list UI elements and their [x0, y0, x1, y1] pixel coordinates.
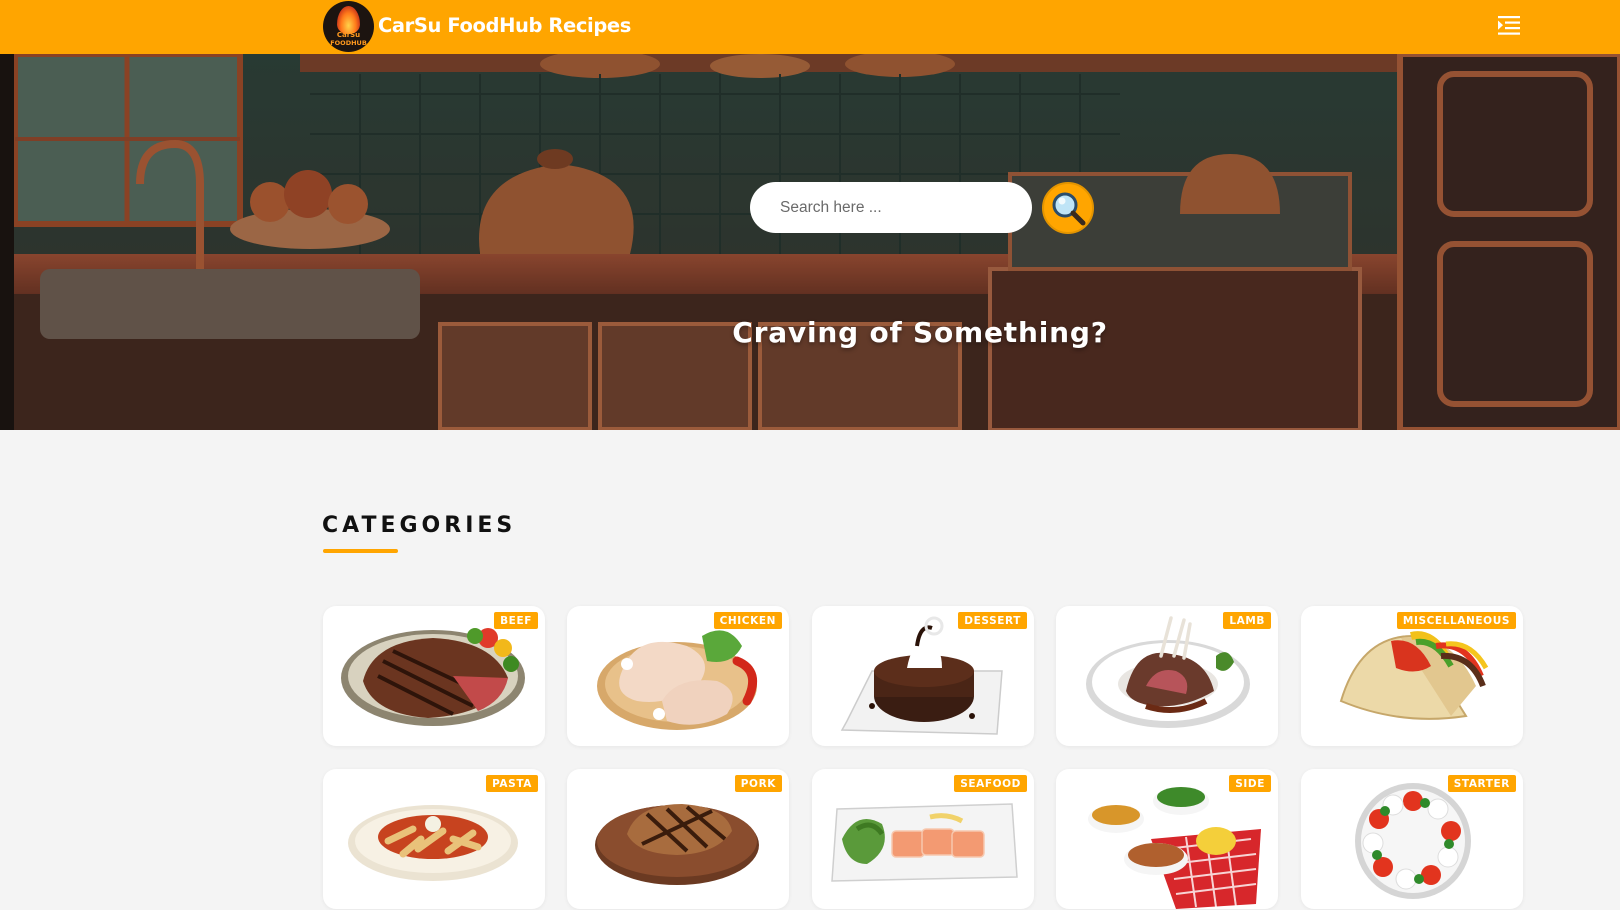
category-label: LAMB	[1223, 612, 1271, 629]
category-card-starter[interactable]: STARTER	[1301, 769, 1523, 909]
hero-heading: Craving of Something?	[732, 316, 1108, 349]
category-label: DESSERT	[958, 612, 1027, 629]
flame-icon	[337, 6, 360, 34]
category-label: SIDE	[1229, 775, 1271, 792]
category-label: BEEF	[494, 612, 538, 629]
hero-overlay	[0, 54, 1620, 430]
search-input[interactable]	[750, 182, 1032, 233]
heading-underline	[323, 549, 398, 553]
brand-name[interactable]: CarSu FoodHub Recipes	[378, 14, 631, 37]
category-card-pasta[interactable]: PASTA	[323, 769, 545, 909]
category-label: MISCELLANEOUS	[1396, 612, 1516, 629]
category-label: SEAFOOD	[954, 775, 1027, 792]
category-label: CHICKEN	[713, 612, 782, 629]
category-card-lamb[interactable]: LAMB	[1056, 606, 1278, 746]
category-label: PASTA	[486, 775, 538, 792]
brand-logo[interactable]: CarSu FOODHUB	[323, 1, 374, 52]
category-card-miscellaneous[interactable]: MISCELLANEOUS	[1301, 606, 1523, 746]
category-label: PORK	[734, 775, 782, 792]
top-navbar: CarSu FOODHUB CarSu FoodHub Recipes	[0, 0, 1620, 54]
logo-text-bottom: FOODHUB	[330, 39, 367, 47]
menu-list-icon[interactable]	[1497, 13, 1523, 37]
category-card-dessert[interactable]: DESSERT	[812, 606, 1034, 746]
category-card-seafood[interactable]: SEAFOOD	[812, 769, 1034, 909]
hero-banner: Craving of Something?	[0, 54, 1620, 430]
search-button[interactable]	[1042, 182, 1094, 234]
category-card-beef[interactable]: BEEF	[323, 606, 545, 746]
category-label: STARTER	[1447, 775, 1516, 792]
category-card-side[interactable]: SIDE	[1056, 769, 1278, 909]
logo-text-top: CarSu	[336, 31, 361, 39]
category-card-pork[interactable]: PORK	[567, 769, 789, 909]
categories-heading: CATEGORIES	[322, 513, 517, 538]
magnifier-icon	[1052, 192, 1086, 226]
category-card-chicken[interactable]: CHICKEN	[567, 606, 789, 746]
